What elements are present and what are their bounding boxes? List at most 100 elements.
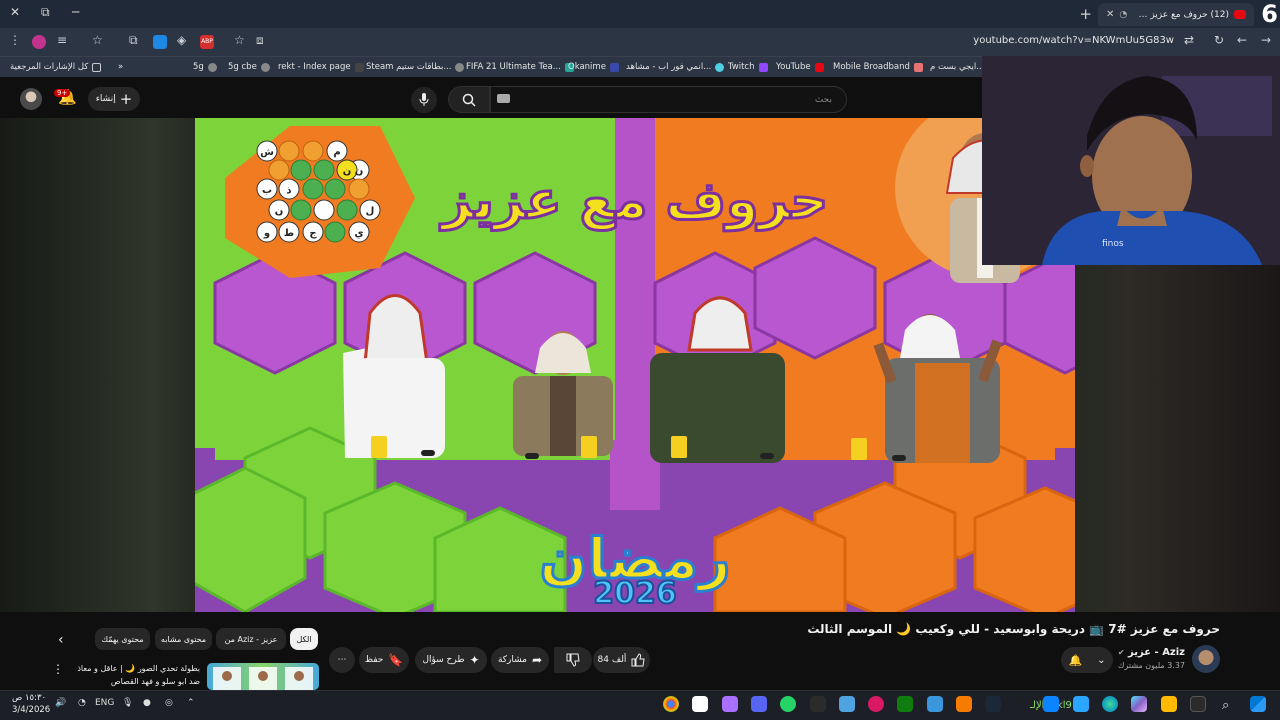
router-icon — [913, 62, 923, 72]
svg-text:ن: ن — [275, 206, 284, 217]
copilot-icon[interactable] — [1131, 696, 1147, 712]
close-window-icon[interactable]: ✕ — [10, 5, 20, 19]
bookmark-twitch[interactable]: Twitch — [728, 62, 768, 72]
obs-icon[interactable] — [868, 696, 884, 712]
webcam-frame: finos — [982, 56, 1280, 265]
chip-all[interactable]: الكل — [290, 628, 318, 650]
extension-blue-icon[interactable] — [153, 35, 167, 49]
discord-icon[interactable] — [751, 696, 767, 712]
task-view-icon[interactable] — [1190, 696, 1206, 712]
back-icon[interactable]: → — [1261, 33, 1271, 47]
share-button[interactable]: مشاركة ➦ — [491, 647, 549, 673]
like-button[interactable]: 84 ألف — [593, 647, 650, 673]
new-tab-button[interactable]: + — [1079, 5, 1092, 23]
svg-text:غ: غ — [321, 206, 329, 217]
search-button[interactable] — [448, 86, 490, 113]
app-tray-icon[interactable]: ◎ — [165, 698, 173, 708]
dislike-button[interactable] — [554, 647, 592, 673]
show-hidden-icons[interactable]: ⌃ — [187, 698, 195, 708]
keyboard-icon[interactable] — [497, 94, 510, 103]
tab-close-icon[interactable]: ✕ — [1106, 9, 1114, 20]
save-button[interactable]: حفظ 🔖 — [359, 647, 409, 673]
bell-icon: 🔔 — [1068, 653, 1083, 667]
app-store-icon[interactable] — [1043, 696, 1059, 712]
reading-list-icon[interactable]: ≡ — [57, 33, 67, 47]
app-orange-icon[interactable] — [956, 696, 972, 712]
address-bar: ⋮ ≡ ☆ ⧉ ◈ ABP ☆ ⧈ youtube.com/watch?v=NK… — [0, 28, 1280, 56]
account-avatar[interactable] — [20, 88, 42, 110]
bookmark-mobile-broadband[interactable]: Mobile Broadband — [833, 62, 923, 72]
chip-from-channel[interactable]: من Aziz - عزيز — [216, 628, 286, 650]
bookmark-egybest[interactable]: ايجي بست م... — [930, 62, 984, 72]
purple-strip — [615, 118, 655, 448]
profile-extension-icon[interactable] — [32, 35, 46, 49]
bookmark-rekt[interactable]: rekt - Index page — [278, 62, 364, 72]
bookmark-5g[interactable]: 5g — [193, 62, 217, 72]
tab-title: (12) حروف مع عزيز #7 د — [1132, 9, 1229, 20]
all-bookmarks-button[interactable]: كل الإشارات المرجعية — [10, 62, 102, 72]
search-input[interactable]: بحث — [490, 86, 847, 113]
language-indicator[interactable]: ENG — [95, 698, 114, 708]
url-field[interactable]: youtube.com/watch?v=NKWmUu5G83w — [973, 35, 1174, 46]
volume-icon[interactable]: 🔊 — [55, 698, 66, 708]
reload-icon[interactable]: ↻ — [1214, 33, 1224, 47]
subscribed-button[interactable]: 🔔 ⌄ — [1061, 647, 1113, 673]
recommended-title[interactable]: بطولة تحدي الصور 🌙 | عاقل و معاذ ضد ابو … — [68, 662, 200, 688]
favorites-icon[interactable]: ☆ — [92, 33, 103, 47]
xbox-icon[interactable] — [897, 696, 913, 712]
folder-icon — [92, 62, 102, 72]
twitch-app-icon[interactable] — [722, 696, 738, 712]
edge-icon[interactable] — [1102, 696, 1118, 712]
show-logo: حروف مع عزيز — [439, 171, 828, 231]
ask-button[interactable]: طرح سؤال ✦ — [415, 647, 487, 673]
performance-icon[interactable]: ◈ — [177, 33, 186, 47]
network-icon[interactable]: ◔ — [78, 698, 86, 708]
recommended-menu-icon[interactable]: ⋮ — [52, 662, 64, 676]
capcut-icon[interactable] — [692, 696, 708, 712]
site-settings-icon[interactable]: ⇄ — [1184, 33, 1194, 47]
chrome-icon[interactable] — [663, 696, 679, 712]
chip-for-you[interactable]: محتوى يهمّك — [95, 628, 150, 650]
extensions-icon[interactable]: ⧉ — [129, 33, 138, 48]
chip-related[interactable]: محتوى مشابه — [155, 628, 212, 650]
settings-app-icon[interactable] — [1073, 696, 1089, 712]
system-clock[interactable]: ١٥:٣٠ ص 3/4/2026 — [12, 692, 50, 716]
screenshot-icon[interactable]: ⧈ — [256, 33, 264, 48]
minimize-window-icon[interactable]: ─ — [72, 5, 79, 19]
recommended-thumbnail[interactable] — [207, 663, 319, 690]
restore-window-icon[interactable]: ⧉ — [41, 5, 50, 20]
bookmark-star-icon[interactable]: ☆ — [234, 33, 245, 47]
taskbar-search-icon[interactable]: ⌕ — [1222, 698, 1229, 713]
bookmark-fifa[interactable]: FIFA 21 Ultimate Tea... — [466, 62, 574, 72]
okanime-icon — [609, 62, 619, 72]
year-logo: 2026 — [593, 576, 677, 611]
bookmarks-overflow-icon[interactable]: » — [118, 62, 123, 72]
microphone-tray-icon[interactable]: 🎙 — [122, 698, 133, 708]
twitch-icon — [758, 62, 768, 72]
recording-tray-icon[interactable]: ● — [143, 698, 151, 708]
bookmark-okanime[interactable]: Okanime — [568, 62, 619, 72]
photos-icon[interactable] — [839, 696, 855, 712]
steam-icon[interactable] — [985, 696, 1001, 712]
more-actions-button[interactable]: ⋯ — [329, 647, 355, 673]
adblock-icon[interactable]: ABP — [200, 35, 214, 49]
video-player[interactable]: ش م ن ن ب ذ ن غ ل و ط ج ي حروف مع عزيز ر… — [195, 118, 1075, 612]
bookmark-steam[interactable]: Steam بطاقات ستيم... — [366, 62, 465, 72]
channel-name[interactable]: Aziz - عزيز ✔ — [1118, 647, 1185, 658]
chips-scroll-left-icon[interactable]: ‹ — [58, 632, 64, 648]
tab-audio-icon[interactable]: ◔ — [1119, 10, 1127, 20]
bookmark-youtube[interactable]: YouTube — [776, 62, 824, 72]
browser-menu-icon[interactable]: ⋮ — [9, 33, 21, 47]
bookmark-5g-cbe[interactable]: 5g cbe — [228, 62, 270, 72]
bookmark-anime4up[interactable]: انمي فور اب - مشاهد... — [626, 62, 725, 72]
app-blue-icon[interactable] — [927, 696, 943, 712]
forward-icon[interactable]: ← — [1237, 33, 1247, 47]
channel-avatar[interactable] — [1192, 645, 1220, 673]
windows-start-icon[interactable] — [1250, 696, 1266, 712]
voice-search-button[interactable] — [411, 87, 437, 113]
whatsapp-icon[interactable] — [780, 696, 796, 712]
tab-youtube-video[interactable]: (12) حروف مع عزيز #7 د ◔ ✕ — [1098, 3, 1254, 26]
sound-app-icon[interactable] — [810, 696, 826, 712]
create-button[interactable]: إنشاء + — [88, 87, 140, 111]
file-explorer-icon[interactable] — [1161, 696, 1177, 712]
